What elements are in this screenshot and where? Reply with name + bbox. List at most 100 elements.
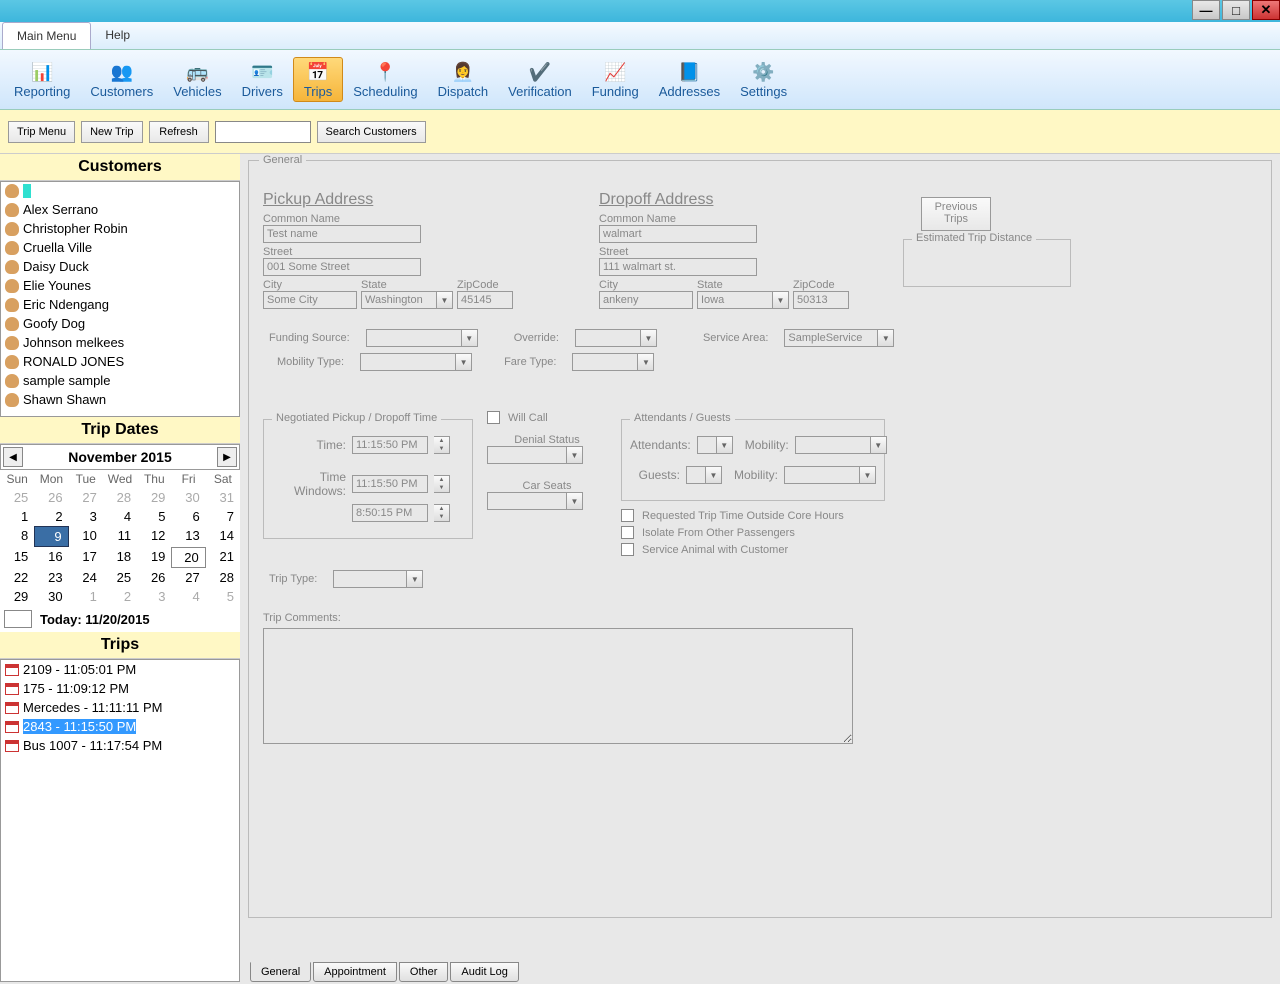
calendar-day[interactable]: 6 [171,507,205,526]
tab-general[interactable]: General [250,962,311,982]
customer-item[interactable] [1,182,239,200]
customer-list[interactable]: Alex SerranoChristopher RobinCruella Vil… [0,181,240,417]
close-button[interactable]: ✕ [1252,0,1280,20]
will-call-checkbox[interactable] [487,411,500,424]
calendar-day[interactable]: 30 [34,587,68,606]
ribbon-customers[interactable]: 👥Customers [80,58,163,101]
dropoff-common-input[interactable] [599,225,757,243]
pickup-state-select[interactable] [361,291,437,309]
pickup-city-input[interactable] [263,291,357,309]
search-input[interactable] [215,121,311,143]
calendar-day[interactable]: 29 [0,587,34,606]
customer-item[interactable]: sample sample [1,371,239,390]
calendar-next-button[interactable]: ▶ [217,447,237,467]
calendar-day[interactable]: 2 [34,507,68,526]
chevron-down-icon[interactable]: ▼ [567,446,583,464]
calendar-day[interactable]: 15 [0,547,34,568]
chevron-down-icon[interactable]: ▼ [456,353,472,371]
calendar-day[interactable]: 1 [0,507,34,526]
chevron-down-icon[interactable]: ▼ [638,353,654,371]
time-input[interactable] [352,436,428,454]
calendar-day[interactable]: 4 [171,587,205,606]
calendar-day[interactable]: 26 [137,568,171,587]
ribbon-vehicles[interactable]: 🚌Vehicles [163,58,231,101]
minimize-button[interactable]: — [1192,0,1220,20]
chevron-down-icon[interactable]: ▼ [878,329,894,347]
calendar-day[interactable]: 25 [103,568,137,587]
ribbon-dispatch[interactable]: 👩‍💼Dispatch [428,58,499,101]
customer-item[interactable]: Elie Younes [1,276,239,295]
customer-item[interactable]: Goofy Dog [1,314,239,333]
calendar-today-label[interactable]: Today: 11/20/2015 [40,612,150,627]
customer-item[interactable]: Shawn Shawn [1,390,239,409]
customer-item[interactable]: Eric Ndengang [1,295,239,314]
customer-item[interactable]: Johnson melkees [1,333,239,352]
calendar-prev-button[interactable]: ◀ [3,447,23,467]
calendar-day[interactable]: 3 [137,587,171,606]
service-animal-checkbox[interactable] [621,543,634,556]
time-window-end-input[interactable] [352,504,428,522]
attendants-mobility-select[interactable] [795,436,871,454]
calendar-day[interactable]: 13 [171,526,205,547]
tab-audit-log[interactable]: Audit Log [450,962,518,982]
calendar-day[interactable]: 19 [137,547,171,568]
customer-item[interactable]: RONALD JONES [1,352,239,371]
pickup-common-input[interactable] [263,225,421,243]
ribbon-scheduling[interactable]: 📍Scheduling [343,58,427,101]
override-select[interactable] [575,329,641,347]
ribbon-addresses[interactable]: 📘Addresses [649,58,730,101]
chevron-down-icon[interactable]: ▼ [641,329,657,347]
chevron-down-icon[interactable]: ▼ [706,466,722,484]
chevron-down-icon[interactable]: ▼ [773,291,789,309]
funding-source-select[interactable] [366,329,462,347]
calendar-day[interactable]: 4 [103,507,137,526]
maximize-button[interactable]: □ [1222,0,1250,20]
calendar-day[interactable]: 10 [69,526,103,547]
calendar-day[interactable]: 28 [206,568,240,587]
guests-select[interactable] [686,466,706,484]
chevron-down-icon[interactable]: ▼ [860,466,876,484]
trip-menu-button[interactable]: Trip Menu [8,121,75,143]
trip-comments-input[interactable] [263,628,853,744]
calendar-day[interactable]: 22 [0,568,34,587]
ribbon-settings[interactable]: ⚙️Settings [730,58,797,101]
menu-help[interactable]: Help [91,22,144,49]
time-spinner[interactable]: ▲▼ [434,436,450,454]
calendar-day[interactable]: 25 [0,488,34,507]
calendar-day[interactable]: 31 [206,488,240,507]
calendar-day[interactable]: 3 [69,507,103,526]
isolate-checkbox[interactable] [621,526,634,539]
ribbon-funding[interactable]: 📈Funding [582,58,649,101]
tab-appointment[interactable]: Appointment [313,962,397,982]
trip-item[interactable]: 175 - 11:09:12 PM [1,679,239,698]
fare-type-select[interactable] [572,353,638,371]
chevron-down-icon[interactable]: ▼ [871,436,887,454]
calendar-day[interactable]: 5 [137,507,171,526]
outside-hours-checkbox[interactable] [621,509,634,522]
chevron-down-icon[interactable]: ▼ [437,291,453,309]
calendar-day[interactable]: 27 [171,568,205,587]
customer-item[interactable]: Daisy Duck [1,257,239,276]
time-window-start-input[interactable] [352,475,428,493]
attendants-select[interactable] [697,436,717,454]
calendar-day[interactable]: 11 [103,526,137,547]
pickup-street-input[interactable] [263,258,421,276]
calendar-day[interactable]: 29 [137,488,171,507]
calendar-day[interactable]: 23 [34,568,68,587]
calendar-day[interactable]: 1 [69,587,103,606]
ribbon-drivers[interactable]: 🪪Drivers [232,58,293,101]
customer-item[interactable]: Christopher Robin [1,219,239,238]
previous-trips-button[interactable]: Previous Trips [921,197,991,231]
calendar-day[interactable]: 16 [34,547,68,568]
trip-item[interactable]: 2109 - 11:05:01 PM [1,660,239,679]
service-area-select[interactable] [784,329,878,347]
calendar-day[interactable]: 24 [69,568,103,587]
mobility-type-select[interactable] [360,353,456,371]
tab-other[interactable]: Other [399,962,449,982]
calendar-day[interactable]: 7 [206,507,240,526]
calendar-day[interactable]: 30 [171,488,205,507]
trips-list[interactable]: 2109 - 11:05:01 PM175 - 11:09:12 PMMerce… [0,659,240,982]
trip-item[interactable]: 2843 - 11:15:50 PM [1,717,239,736]
chevron-down-icon[interactable]: ▼ [462,329,478,347]
trip-item[interactable]: Bus 1007 - 11:17:54 PM [1,736,239,755]
